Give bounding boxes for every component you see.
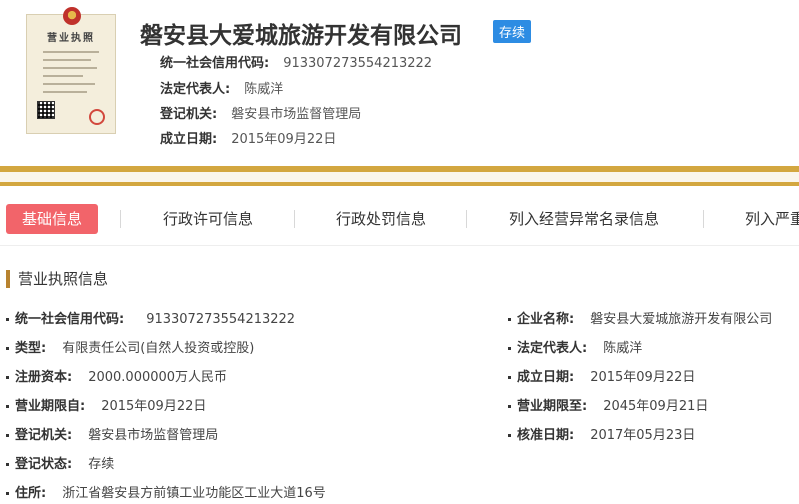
detail-label: 企业名称:: [517, 312, 575, 327]
detail-label: 类型:: [15, 341, 47, 356]
header-established-date-row: 成立日期: 2015年09月22日: [160, 128, 336, 147]
detail-value: 2000.000000万人民币: [88, 370, 228, 385]
detail-row-company-name: 企业名称: 磐安县大爱城旅游开发有限公司: [508, 308, 772, 327]
tab-separator: [466, 210, 467, 228]
detail-value: 浙江省磐安县方前镇工业功能区工业大道16号: [62, 486, 326, 501]
detail-value: 陈威洋: [603, 341, 643, 356]
detail-label: 住所:: [15, 486, 47, 501]
detail-row-established-date: 成立日期: 2015年09月22日: [508, 366, 695, 385]
header-credit-code-label: 统一社会信用代码:: [160, 56, 270, 71]
tab-separator: [120, 210, 121, 228]
qr-code-icon: [37, 101, 55, 119]
detail-row-credit-code: 统一社会信用代码: 913307273554213222: [6, 308, 295, 327]
tab-basic-info[interactable]: 基础信息: [6, 204, 99, 234]
business-license-thumbnail[interactable]: 营业执照: [26, 7, 116, 134]
detail-value: 有限责任公司(自然人投资或控股): [62, 341, 255, 356]
license-text-line: [43, 83, 95, 85]
bullet-icon: [508, 318, 511, 321]
detail-label: 营业期限至:: [517, 399, 588, 414]
header-legal-rep-row: 法定代表人: 陈威洋: [160, 78, 283, 97]
detail-label: 统一社会信用代码:: [15, 312, 125, 327]
tab-admin-penalty[interactable]: 行政处罚信息: [336, 204, 426, 234]
bullet-icon: [6, 405, 9, 408]
license-text-line: [43, 75, 83, 77]
company-name: 磐安县大爱城旅游开发有限公司: [140, 23, 462, 49]
bullet-icon: [6, 434, 9, 437]
bullet-icon: [6, 376, 9, 379]
license-text-line: [43, 91, 87, 93]
detail-row-registration-authority: 登记机关: 磐安县市场监督管理局: [6, 424, 218, 443]
license-title: 营业执照: [47, 33, 95, 44]
bullet-icon: [6, 318, 9, 321]
bullet-icon: [6, 492, 9, 495]
detail-value: 2015年09月22日: [101, 399, 207, 414]
detail-value: 2017年05月23日: [590, 428, 696, 443]
header-credit-code-value: 913307273554213222: [283, 56, 433, 71]
detail-label: 法定代表人:: [517, 341, 588, 356]
tab-abnormal-operation[interactable]: 列入经营异常名录信息: [509, 204, 659, 234]
detail-value: 913307273554213222: [146, 312, 296, 327]
detail-value: 磐安县市场监督管理局: [88, 428, 219, 443]
header-credit-code-row: 统一社会信用代码: 913307273554213222: [160, 52, 432, 71]
detail-value: 2015年09月22日: [590, 370, 696, 385]
detail-value: 磐安县大爱城旅游开发有限公司: [590, 312, 773, 327]
detail-label: 注册资本:: [15, 370, 73, 385]
license-text-line: [43, 51, 99, 53]
detail-label: 登记状态:: [15, 457, 73, 472]
national-emblem-icon: [63, 7, 81, 25]
detail-row-registered-capital: 注册资本: 2000.000000万人民币: [6, 366, 227, 385]
detail-row-type: 类型: 有限责任公司(自然人投资或控股): [6, 337, 254, 356]
detail-value: 2045年09月21日: [603, 399, 709, 414]
detail-row-term-to: 营业期限至: 2045年09月21日: [508, 395, 708, 414]
detail-value: 存续: [88, 457, 115, 472]
tab-separator: [703, 210, 704, 228]
bullet-icon: [508, 376, 511, 379]
bullet-icon: [508, 347, 511, 350]
header-established-date-label: 成立日期:: [160, 132, 218, 147]
tab-admin-license[interactable]: 行政许可信息: [163, 204, 253, 234]
detail-row-legal-rep: 法定代表人: 陈威洋: [508, 337, 642, 356]
license-text-line: [43, 67, 97, 69]
detail-label: 成立日期:: [517, 370, 575, 385]
official-seal-icon: [89, 109, 105, 125]
header-legal-rep-value: 陈威洋: [244, 82, 284, 97]
tabs-underline: [0, 245, 799, 246]
header-registration-authority-value: 磐安县市场监督管理局: [231, 107, 362, 122]
bullet-icon: [508, 405, 511, 408]
license-text-line: [43, 59, 91, 61]
detail-row-registration-status: 登记状态: 存续: [6, 453, 114, 472]
section-title: 营业执照信息: [6, 270, 108, 288]
divider-band: [0, 172, 799, 182]
header-established-date-value: 2015年09月22日: [231, 132, 337, 147]
tab-separator: [294, 210, 295, 228]
status-badge: 存续: [493, 20, 532, 43]
detail-label: 核准日期:: [517, 428, 575, 443]
info-tabs: 基础信息 行政许可信息 行政处罚信息 列入经营异常名录信息 列入严重: [0, 200, 799, 238]
detail-row-term-from: 营业期限自: 2015年09月22日: [6, 395, 206, 414]
header-legal-rep-label: 法定代表人:: [160, 82, 231, 97]
bullet-icon: [6, 347, 9, 350]
company-header: 营业执照 磐安县大爱城旅游开发有限公司 存续 统一社会信用代码: 91330727…: [0, 0, 799, 168]
bullet-icon: [508, 434, 511, 437]
header-registration-authority-label: 登记机关:: [160, 107, 218, 122]
detail-label: 营业期限自:: [15, 399, 86, 414]
header-registration-authority-row: 登记机关: 磐安县市场监督管理局: [160, 103, 361, 122]
detail-row-address: 住所: 浙江省磐安县方前镇工业功能区工业大道16号: [6, 482, 326, 501]
bullet-icon: [6, 463, 9, 466]
divider-band: [0, 182, 799, 186]
detail-label: 登记机关:: [15, 428, 73, 443]
tab-serious-violation[interactable]: 列入严重: [745, 204, 799, 234]
detail-row-approval-date: 核准日期: 2017年05月23日: [508, 424, 695, 443]
